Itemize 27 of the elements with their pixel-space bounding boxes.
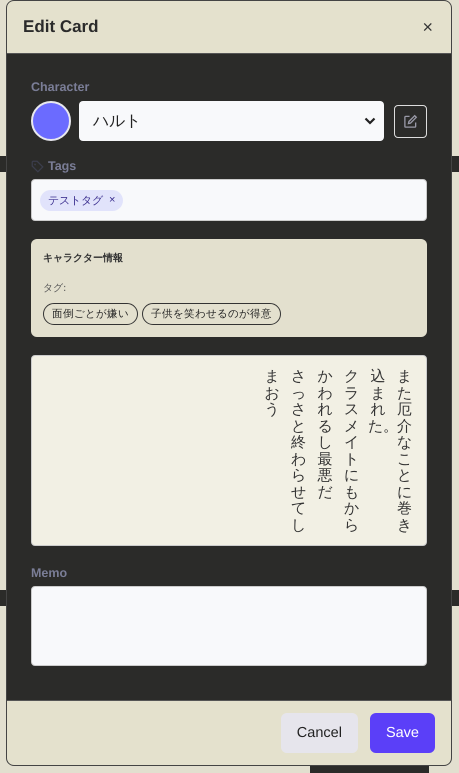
text-column: クラスメイトにもから — [342, 368, 361, 536]
tag-chip: テストタグ × — [40, 190, 124, 210]
tag-icon — [31, 160, 44, 172]
info-title: キャラクター情報 — [43, 252, 124, 265]
text-column: まおう — [262, 368, 282, 420]
edit-icon — [403, 114, 418, 128]
chevron-down-icon — [364, 117, 376, 125]
character-select[interactable]: ハルト — [79, 101, 384, 141]
edit-button[interactable] — [394, 104, 427, 138]
text-column: 込まれた。 — [368, 368, 388, 437]
memo-field[interactable] — [31, 586, 427, 666]
info-tags-label: タグ: — [43, 282, 68, 295]
dialog-button[interactable]: Save — [370, 713, 435, 753]
dialog-title: Edit Card — [23, 17, 99, 37]
character-label: Character — [31, 80, 90, 94]
character-tag: 子供を笑わせるのが得意 — [142, 303, 281, 325]
text-column: さっさと終わらせてし — [288, 368, 308, 536]
remove-tag-button[interactable]: × — [109, 194, 116, 206]
tags-field[interactable]: テストタグ × — [31, 179, 427, 221]
text-column: かわれるし最悪だ — [315, 368, 334, 503]
character-color-swatch[interactable] — [31, 101, 71, 141]
text-column: また厄介なことに巻き — [394, 368, 414, 536]
dialog-button[interactable]: Cancel — [280, 713, 358, 753]
tags-label: Tags — [48, 159, 76, 173]
close-button[interactable]: × — [420, 16, 435, 38]
character-tag: 面倒ごとが嫌い — [43, 303, 138, 325]
memo-label: Memo — [31, 566, 68, 580]
